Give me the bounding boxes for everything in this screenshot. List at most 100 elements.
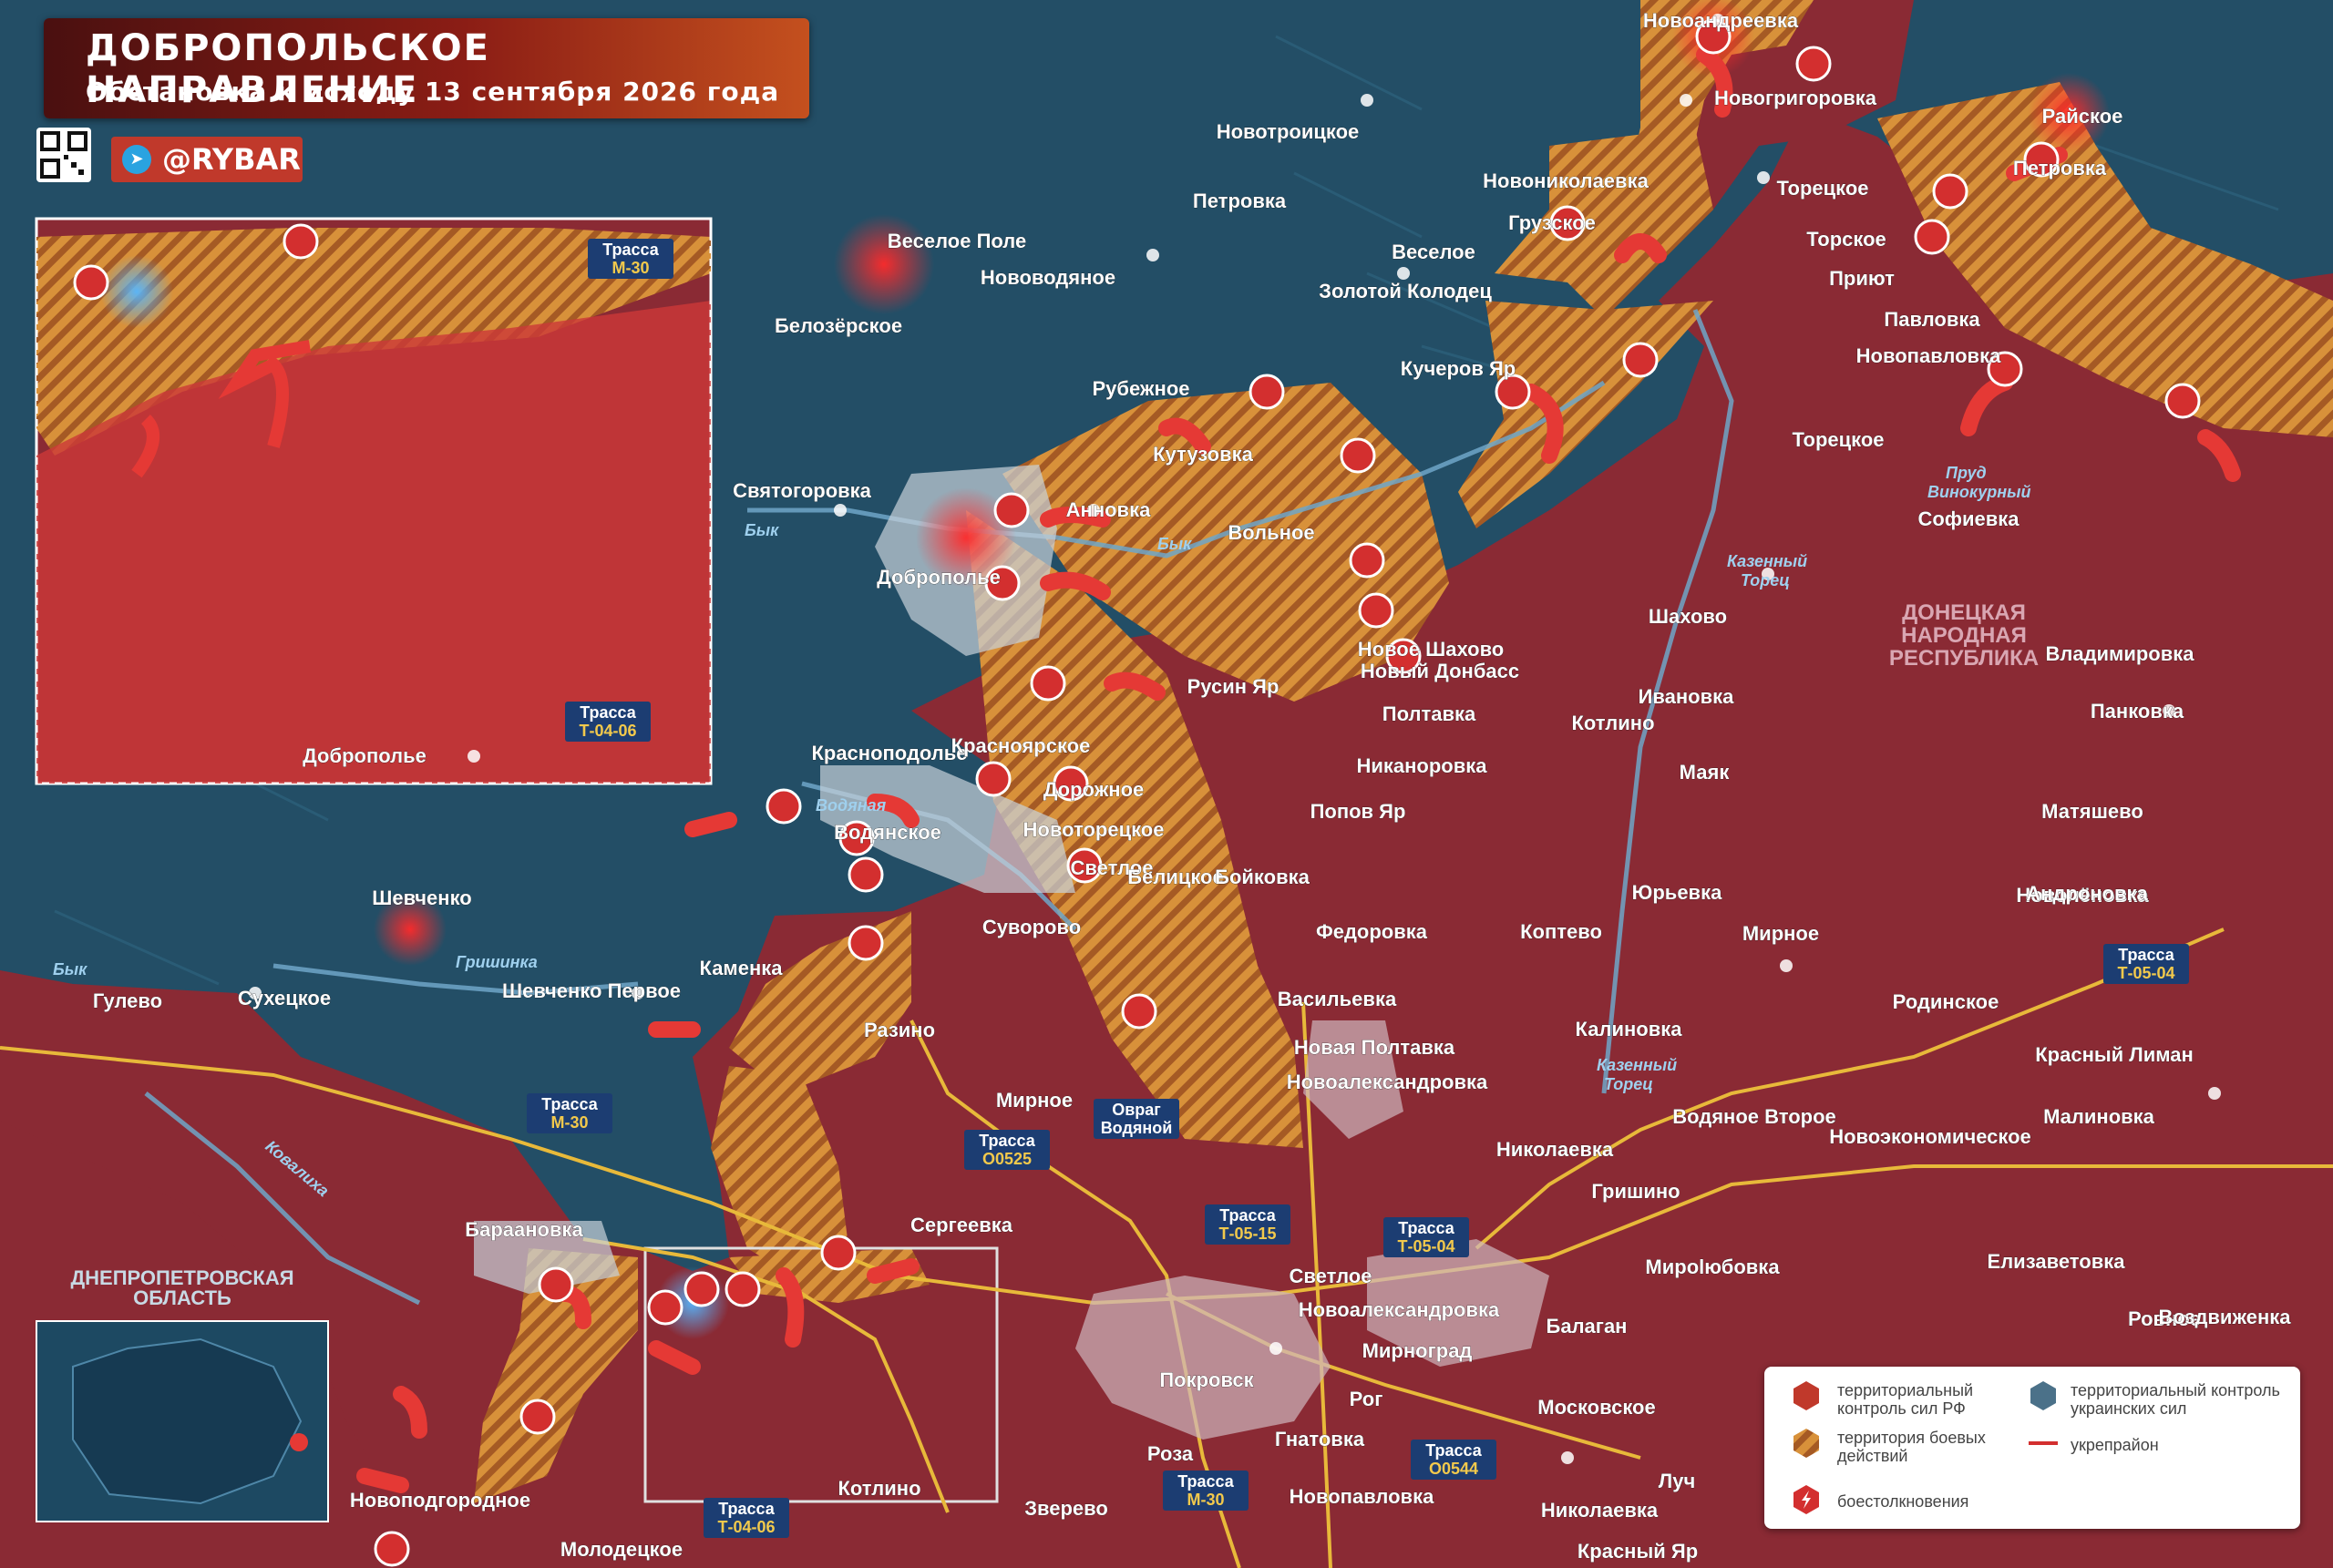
settlement-label: Суворово [982,916,1081,938]
svg-text:Трасса: Трасса [580,703,637,722]
legend-ru-control: территориальный контроль сил РФ [1837,1381,1974,1418]
legend-clashes: боестолкновения [1837,1492,1969,1511]
svg-text:М-30: М-30 [612,259,649,277]
settlement-label: Рог [1350,1388,1383,1410]
map-header: ДОБРОПОЛЬСКОЕ НАПРАВЛЕНИЕ Обстановка к и… [44,18,809,118]
brand-name: @RYBAR [162,142,301,177]
settlement-label: Попов Яр [1310,800,1406,823]
overview-minimap [36,1320,329,1522]
svg-text:Трасса: Трасса [541,1095,599,1113]
qr-code-icon [36,128,91,182]
settlement-label: Шевченко Первое [502,979,681,1002]
settlement-label: Юрьевка [1632,881,1722,904]
settlement-label: Рубежное [1092,377,1189,400]
settlement-label: Роза [1147,1442,1194,1465]
svg-text:Винокурный: Винокурный [1927,483,2030,501]
settlement-label: Разино [864,1019,935,1041]
settlement-label: Мирноград [1362,1339,1473,1362]
brand-badge[interactable]: ➤ @RYBAR [111,137,303,182]
svg-text:Пруд: Пруд [1946,464,1987,482]
settlement-label: Луч [1659,1470,1695,1492]
settlement-label: Новониколаевка [1483,169,1649,192]
svg-text:Т-04-06: Т-04-06 [579,722,636,740]
settlement-label: Анновка [1066,498,1151,521]
settlement-label: Водяное Второе [1672,1105,1836,1128]
settlement-label: Федоровка [1316,920,1428,943]
settlement-label: Гулево [93,989,162,1012]
settlement-label: Балаган [1547,1315,1628,1337]
settlement-label: Мирное [1742,922,1819,945]
settlement-label: Николаевка [1541,1499,1659,1522]
settlement-label: Новопавловка [1856,344,2001,367]
settlement-label: Бойковка [1215,866,1310,888]
settlement-label: Новоалександровка [1287,1071,1488,1093]
settlement-label: Новый Донбасс [1361,660,1519,682]
svg-text:Гришинка: Гришинка [456,953,538,971]
settlement-label: Московское [1537,1396,1655,1419]
settlement-label: Николаевка [1496,1138,1614,1161]
settlement-label: Коптево [1520,920,1602,943]
svg-text:Водяной: Водяной [1101,1119,1173,1137]
settlement-label: Новоторецкое [1023,818,1165,841]
svg-text:О0544: О0544 [1429,1460,1478,1478]
settlement-label: Торецкое [1776,177,1868,200]
svg-text:Трасса: Трасса [1398,1219,1455,1237]
settlement-label: Петровка [1193,190,1287,212]
situation-map: ДОНЕЦКАЯ НАРОДНАЯ РЕСПУБЛИКА ДНЕПРОПЕТРОВС… [0,0,2333,1568]
svg-text:Казенный: Казенный [1597,1056,1677,1074]
settlement-label: Шахово [1649,605,1727,628]
svg-text:Трасса: Трасса [1177,1472,1235,1491]
settlement-label: Бараановка [465,1218,583,1241]
settlement-label: Белозёрское [775,314,902,337]
svg-text:Трасса: Трасса [979,1132,1036,1150]
settlement-label: Новоандреевка [1643,9,1799,32]
settlement-label: Грузское [1508,211,1596,234]
settlement-label: Доброполье [303,744,427,767]
settlement-label: Воздвиженка [2158,1306,2291,1328]
settlement-label: Веселое Поле [888,230,1026,252]
legend-combat: территория боевых действий [1837,1429,1986,1465]
svg-text:Трасса: Трасса [1219,1206,1277,1225]
svg-text:Т-05-04: Т-05-04 [1397,1237,1454,1255]
svg-text:О0525: О0525 [982,1150,1032,1168]
settlement-label: Кучеров Яр [1401,357,1516,380]
settlement-label: Калиновка [1576,1018,1683,1040]
svg-text:М-30: М-30 [1187,1491,1224,1509]
clash-icon [1793,1485,1819,1514]
svg-text:Трасса: Трасса [1425,1441,1483,1460]
hex-blue-icon [2030,1381,2056,1410]
settlement-label: Райское [2042,105,2123,128]
settlement-label: Елизаветовка [1988,1250,2126,1273]
settlement-label: Родинское [1893,990,1999,1013]
svg-text:М-30: М-30 [550,1113,588,1132]
settlement-label: Котлино [838,1477,920,1500]
settlement-label: Покровск [1159,1368,1254,1391]
settlement-label: Никаноровка [1356,754,1487,777]
settlement-label: Софиевка [1917,507,2020,530]
settlement-label: Красноподолье [811,742,967,764]
settlement-label: Матяшево [2041,800,2143,823]
settlement-label: Малиновка [2043,1105,2155,1128]
settlement-label: Веселое [1392,241,1475,263]
telegram-icon: ➤ [122,145,151,174]
settlement-label: Белицкое [1127,866,1223,888]
settlement-label: Доброполье [877,566,1001,589]
settlement-label: Красный Лиман [2035,1043,2194,1066]
map-legend: территориальный контроль сил РФ территор… [1764,1367,2300,1529]
settlement-label: Новотроицкое [1217,120,1360,143]
svg-text:Бык: Бык [53,960,87,979]
svg-text:Торец: Торец [1604,1075,1653,1093]
settlement-label: Андроновка [2026,882,2148,905]
legend-ua-control: территориальный контроль украинских сил [2071,1381,2280,1418]
svg-text:Т-04-06: Т-04-06 [717,1518,775,1536]
svg-text:Овраг: Овраг [1112,1101,1161,1119]
settlement-label: Русин Яр [1187,675,1280,698]
settlement-label: Зверево [1024,1497,1108,1520]
settlement-label: Панковка [2091,700,2184,723]
region-dnr: ДОНЕЦКАЯ НАРОДНАЯ РЕСПУБЛИКА [1889,600,2039,671]
settlement-label: Красноярское [951,734,1091,757]
legend-fortified: укрепрайон [2071,1436,2159,1454]
settlement-label: Вольное [1228,521,1314,544]
settlement-label: Новое Шахово [1358,638,1505,661]
settlement-label: Светлое [1290,1265,1372,1287]
